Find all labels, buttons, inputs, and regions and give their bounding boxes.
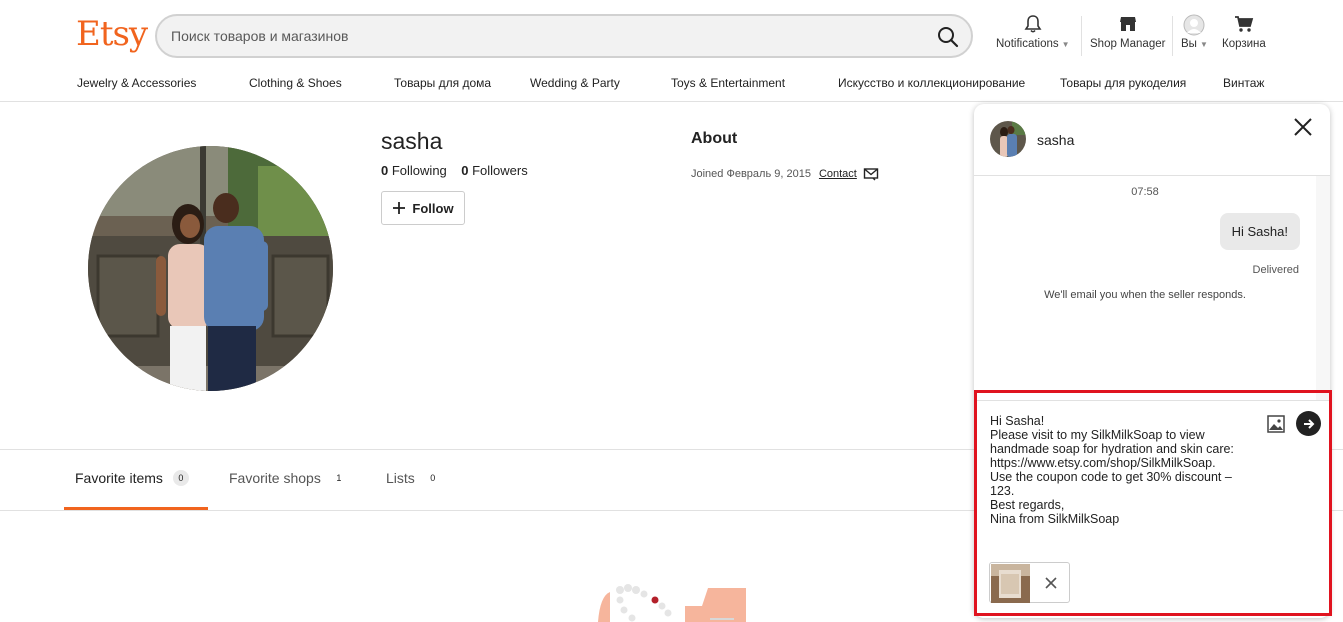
joined-date: Joined Февраль 9, 2015 [691,168,811,180]
tab-favorite-items[interactable]: Favorite items 0 [75,470,189,486]
delivery-status: Delivered [1252,264,1299,276]
category-nav: Jewelry & Accessories Clothing & Shoes Т… [0,72,1343,96]
you-menu[interactable]: Вы ▼ [1181,14,1208,50]
profile-photo [88,146,333,391]
follow-button[interactable]: Follow [381,191,465,225]
message-timestamp: 07:58 [1131,186,1159,198]
about-info: Joined Февраль 9, 2015 Contact [691,167,879,181]
category-home[interactable]: Товары для дома [394,76,491,90]
profile-name: sasha [381,128,443,154]
envelope-icon[interactable] [863,167,879,181]
followers-label[interactable]: Followers [472,163,528,178]
following-count[interactable]: 0 [381,163,388,178]
image-icon [1267,415,1285,433]
chat-header: sasha [974,104,1330,176]
site-header: Etsy Notifications▼ Shop Manager [0,0,1343,102]
divider [1172,16,1173,56]
search-bar [155,14,973,58]
plus-icon [393,202,406,214]
chat-panel: sasha 07:58 Hi Sasha! Delivered We'll em… [974,104,1330,618]
close-chat-button[interactable] [1292,116,1314,138]
followers-count[interactable]: 0 [461,163,468,178]
chat-avatar [990,121,1026,157]
notifications-label: Notifications [996,38,1059,50]
category-jewelry[interactable]: Jewelry & Accessories [77,76,196,90]
sent-message-bubble: Hi Sasha! [1219,213,1300,250]
cart-link[interactable]: Корзина [1222,14,1266,50]
divider [1081,16,1082,56]
email-notice: We'll email you when the seller responds… [1044,289,1246,301]
attach-image-button[interactable] [1266,414,1286,434]
cart-icon [1234,16,1254,32]
close-icon [1294,118,1312,136]
message-draft-input[interactable]: Hi Sasha! Please visit to my SilkMilkSoa… [990,414,1252,526]
search-icon [938,27,959,48]
user-avatar-icon [1183,14,1205,36]
follow-counts: 0 Following 0 Followers [381,163,528,178]
attachment-thumbnail [991,564,1030,603]
search-input[interactable] [171,25,911,47]
tab-label: Lists [386,470,415,486]
tab-favorite-shops[interactable]: Favorite shops 1 [229,470,347,486]
chevron-down-icon: ▼ [1199,40,1208,49]
notifications-menu[interactable]: Notifications ▼ [996,14,1070,50]
category-art[interactable]: Искусство и коллекционирование [838,76,1025,90]
tab-count-badge: 1 [336,473,342,483]
category-clothing[interactable]: Clothing & Shoes [249,76,342,90]
category-craft[interactable]: Товары для рукоделия [1060,76,1186,90]
following-label[interactable]: Following [392,163,447,178]
remove-attachment-button[interactable] [1042,574,1060,592]
tab-count-badge: 0 [172,470,189,486]
attachment-preview [989,562,1070,603]
shop-manager-label: Shop Manager [1090,38,1166,50]
cart-label: Корзина [1222,38,1266,50]
chat-recipient-name: sasha [1037,132,1075,148]
tab-count-badge: 0 [430,473,436,483]
category-vintage[interactable]: Винтаж [1223,76,1264,90]
chevron-down-icon: ▼ [1061,40,1070,49]
arrow-right-icon [1303,418,1314,429]
shop-icon [1119,17,1136,31]
send-button[interactable] [1296,411,1321,436]
empty-state-illustration [580,582,750,622]
you-label: Вы [1181,38,1197,50]
contact-link[interactable]: Contact [819,168,857,180]
shop-manager-link[interactable]: Shop Manager [1090,14,1165,50]
search-button[interactable] [935,24,961,50]
category-wedding[interactable]: Wedding & Party [530,76,620,90]
category-toys[interactable]: Toys & Entertainment [671,76,785,90]
close-icon [1045,577,1057,589]
etsy-logo[interactable]: Etsy [76,14,148,54]
divider [974,400,1330,401]
follow-label: Follow [412,200,454,216]
about-heading: About [691,130,738,147]
tab-label: Favorite items [75,470,163,486]
bell-icon [1024,15,1042,33]
tab-label: Favorite shops [229,470,321,486]
tab-lists[interactable]: Lists 0 [386,470,441,486]
chat-scrollbar[interactable] [1316,176,1330,400]
